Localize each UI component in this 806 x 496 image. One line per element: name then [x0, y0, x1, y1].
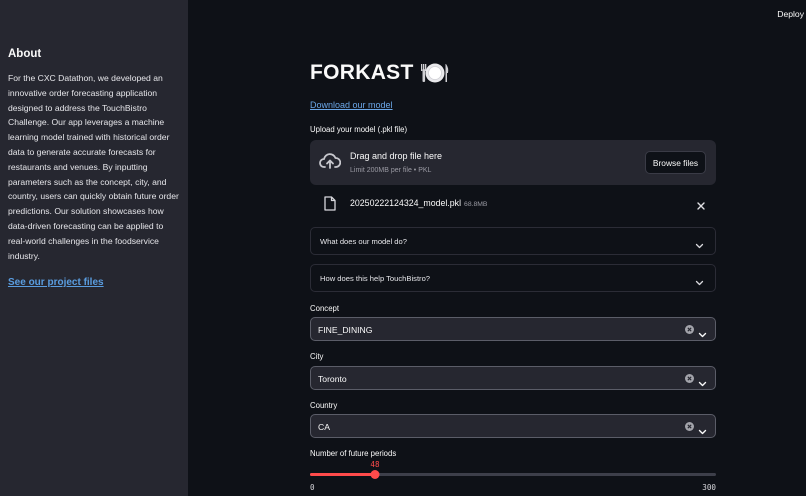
city-value: Toronto: [318, 374, 347, 384]
uploaded-file: 20250222124324_model.pkl 68.8MB: [310, 193, 716, 215]
city-label: City: [310, 352, 324, 361]
clear-icon[interactable]: [685, 325, 694, 334]
clear-icon[interactable]: [685, 374, 694, 383]
file-icon: [324, 196, 336, 216]
download-model-link[interactable]: Download our model: [310, 100, 393, 110]
upload-label: Upload your model (.pkl file): [310, 125, 408, 134]
concept-label: Concept: [310, 304, 340, 313]
city-select[interactable]: Toronto: [310, 366, 716, 390]
clear-icon[interactable]: [685, 422, 694, 431]
slider-track[interactable]: [310, 470, 716, 479]
file-dropzone[interactable]: Drag and drop file here Limit 200MB per …: [310, 140, 716, 185]
sidebar-title: About: [8, 48, 42, 60]
page-title: FORKAST: [310, 61, 450, 85]
sidebar: About For the CXC Datathon, we developed…: [0, 0, 188, 496]
slider-value: 48: [370, 460, 380, 469]
chevron-down-icon[interactable]: [698, 423, 707, 441]
concept-value: FINE_DINING: [318, 325, 373, 335]
dropzone-limit: Limit 200MB per file • PKL: [350, 167, 432, 174]
slider-fill: [310, 473, 375, 476]
file-name: 20250222124324_model.pkl: [350, 198, 462, 208]
project-files-link[interactable]: See our project files: [8, 277, 104, 288]
remove-file-icon[interactable]: [696, 198, 706, 216]
plate-with-cutlery-icon: [420, 61, 450, 85]
chevron-down-icon: [695, 274, 704, 292]
cloud-upload-icon: [319, 152, 342, 175]
deploy-button[interactable]: Deploy: [777, 9, 804, 19]
sidebar-description: For the CXC Datathon, we developed an in…: [8, 73, 179, 261]
chevron-down-icon[interactable]: [698, 375, 707, 393]
country-value: CA: [318, 422, 330, 432]
chevron-down-icon: [695, 237, 704, 255]
expander-label: How does this help TouchBistro?: [320, 274, 431, 283]
slider-min-label: 0: [310, 483, 315, 492]
expander-model-info[interactable]: What does our model do?: [310, 227, 716, 255]
country-label: Country: [310, 401, 338, 410]
future-periods-label: Number of future periods: [310, 449, 397, 458]
country-select[interactable]: CA: [310, 414, 716, 438]
expander-label: What does our model do?: [320, 237, 407, 246]
slider-thumb[interactable]: [370, 470, 380, 479]
slider-max-label: 300: [702, 483, 716, 492]
expander-touchbistro-info[interactable]: How does this help TouchBistro?: [310, 264, 716, 292]
file-size: 68.8MB: [464, 201, 488, 208]
browse-files-button[interactable]: Browse files: [645, 151, 706, 174]
concept-select[interactable]: FINE_DINING: [310, 317, 716, 341]
chevron-down-icon[interactable]: [698, 326, 707, 344]
dropzone-instructions: Drag and drop file here: [350, 151, 443, 161]
page-title-text: FORKAST: [310, 61, 414, 84]
